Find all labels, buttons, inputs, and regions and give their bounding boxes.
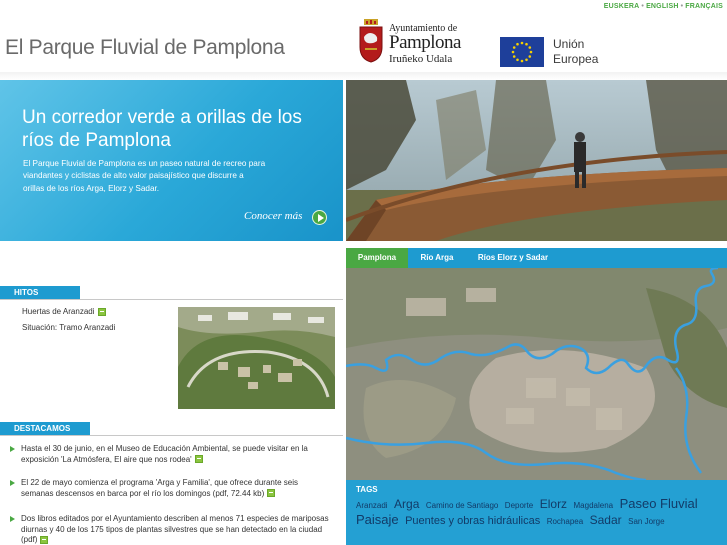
hero-text-line1: El Parque Fluvial de Pamplona es un pase… <box>23 159 266 181</box>
tag-link[interactable]: Arga <box>394 497 419 511</box>
bullet-arrow-icon <box>10 480 15 486</box>
header-divider <box>0 72 727 80</box>
hero-text-line2: orillas de los ríos Arga, Elorz y Sadar. <box>23 183 160 193</box>
tag-link[interactable]: San Jorge <box>628 517 664 526</box>
tag-link[interactable]: Deporte <box>505 501 533 510</box>
hero-panel: Un corredor verde a orillas de los ríos … <box>0 80 343 241</box>
tag-link[interactable]: Aranzadi <box>356 501 388 510</box>
news-item[interactable]: El 22 de mayo comienza el programa 'Arga… <box>10 478 330 499</box>
bullet-arrow-icon <box>10 516 15 522</box>
hitos-title: HITOS <box>0 286 80 299</box>
news-item-text[interactable]: Hasta el 30 de junio, en el Museo de Edu… <box>21 444 308 464</box>
open-link-icon[interactable] <box>40 535 49 544</box>
ayuntamiento-logo[interactable]: Ayuntamiento de Pamplona Iruñeko Udala <box>358 19 488 67</box>
map-tabbar: Pamplona Río Arga Ríos Elorz y Sadar <box>346 248 727 268</box>
destacamos-rule <box>0 435 343 436</box>
hito-link-label[interactable]: Huertas de Aranzadi <box>22 307 95 316</box>
map-view[interactable] <box>346 268 727 480</box>
hito-aerial-photo[interactable] <box>178 307 335 409</box>
tag-link[interactable]: Elorz <box>540 497 567 511</box>
tags-title: TAGS <box>356 485 378 494</box>
news-item-text[interactable]: Dos libros editados por el Ayuntamiento … <box>21 514 329 544</box>
conocer-mas-link[interactable]: Conocer más <box>244 210 302 222</box>
hito-situation: Situación: Tramo Aranzadi <box>22 323 116 332</box>
eu-logo[interactable]: Unión Europea <box>500 37 620 67</box>
ayuntamiento-line3: Iruñeko Udala <box>389 53 453 65</box>
tag-link[interactable]: Paseo Fluvial <box>620 496 698 511</box>
destacamos-title: DESTACAMOS <box>0 422 90 435</box>
eu-flag-icon <box>500 37 544 67</box>
tag-link[interactable]: Magdalena <box>574 501 614 510</box>
hitos-rule <box>0 299 343 300</box>
open-link-icon[interactable] <box>97 307 106 316</box>
open-link-icon[interactable] <box>267 489 276 498</box>
tag-link[interactable]: Paisaje <box>356 512 399 527</box>
tag-link[interactable]: Camino de Santiago <box>426 501 499 510</box>
pamplona-shield-icon <box>359 19 383 63</box>
hero-description: El Parque Fluvial de Pamplona es un pase… <box>23 158 293 195</box>
hero-heading: Un corredor verde a orillas de los ríos … <box>22 107 302 151</box>
open-link-icon[interactable] <box>194 455 203 464</box>
news-item-text[interactable]: El 22 de mayo comienza el programa 'Arga… <box>21 478 298 498</box>
hero-photo <box>346 80 727 241</box>
tab-rio-arga[interactable]: Río Arga <box>410 248 464 268</box>
site-title[interactable]: El Parque Fluvial de Pamplona <box>5 36 285 60</box>
news-item[interactable]: Dos libros editados por el Ayuntamiento … <box>10 514 330 545</box>
hito-aranzadi-link[interactable]: Huertas de Aranzadi <box>22 307 106 316</box>
tag-link[interactable]: Rochapea <box>547 517 583 526</box>
tab-pamplona[interactable]: Pamplona <box>346 248 408 268</box>
ayuntamiento-line2: Pamplona <box>389 32 462 53</box>
lang-english-link[interactable]: ENGLISH <box>646 3 679 10</box>
tags-panel: TAGS Aranzadi Arga Camino de Santiago De… <box>346 480 727 545</box>
news-item[interactable]: Hasta el 30 de junio, en el Museo de Edu… <box>10 444 330 465</box>
tab-rios-elorz-sadar[interactable]: Ríos Elorz y Sadar <box>468 248 558 268</box>
bullet-arrow-icon <box>10 446 15 452</box>
eu-line1: Unión <box>553 37 585 51</box>
eu-line2: Europea <box>553 52 599 66</box>
conocer-mas-arrow-icon[interactable] <box>312 210 327 225</box>
lang-francais-link[interactable]: FRANÇAIS <box>685 3 723 10</box>
lang-euskera-link[interactable]: EUSKERA <box>604 3 640 10</box>
tag-link[interactable]: Puentes y obras hidráulicas <box>405 515 540 527</box>
language-bar: EUSKERA • ENGLISH • FRANÇAIS <box>603 3 723 10</box>
tag-link[interactable]: Sadar <box>590 513 622 527</box>
tag-cloud: Aranzadi Arga Camino de Santiago Deporte… <box>356 497 717 529</box>
